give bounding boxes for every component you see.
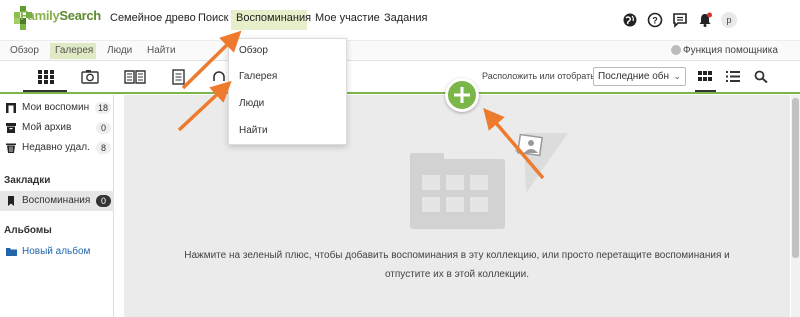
albums-heading: Альбомы [4, 225, 52, 236]
sidebar-item-label: Воспоминания [22, 195, 90, 206]
subnav-gallery[interactable]: Галерея [55, 45, 93, 56]
archive-icon [6, 123, 16, 133]
empty-collection-illustration: + [410, 133, 568, 229]
search-icon[interactable] [754, 70, 768, 83]
plus-icon [454, 87, 470, 103]
menu-item-gallery[interactable]: Галерея [239, 71, 277, 82]
empty-state-hint: Нажмите на зеленый плюс, чтобы добавить … [184, 250, 730, 280]
nav-get-involved[interactable]: Мое участие [315, 12, 380, 24]
subnav-overview[interactable]: Обзор [10, 45, 39, 56]
count-badge: 0 [96, 122, 111, 134]
sort-filter-label: Расположить или отобрать: [482, 71, 598, 81]
audio-icon[interactable] [212, 69, 226, 85]
sidebar: Мои воспомин... 18 Мой архив 0 Недавно у… [0, 95, 114, 317]
helper-icon[interactable] [671, 45, 681, 55]
count-badge: 0 [96, 195, 111, 207]
sidebar-item-label: Мой архив [22, 122, 72, 133]
bookmark-icon [8, 196, 14, 206]
sidebar-item-my-archive[interactable]: Мой архив 0 [0, 118, 114, 138]
nav-family-tree[interactable]: Семейное древо [110, 12, 196, 24]
chevron-down-icon: ⌄ [673, 71, 681, 81]
top-navigation-bar: FamilySearch Семейное древо Поиск Воспом… [0, 0, 800, 40]
sidebar-item-my-memories[interactable]: Мои воспомин... 18 [0, 98, 114, 118]
globe-icon[interactable] [622, 12, 638, 28]
bookmarks-heading: Закладки [4, 175, 51, 186]
view-active-underline [695, 90, 716, 92]
nav-activities[interactable]: Задания [384, 12, 427, 24]
sidebar-item-bookmark-memories[interactable]: Воспоминания 0 [0, 191, 114, 211]
avatar[interactable]: p [721, 12, 737, 28]
logo-search: Search [59, 8, 101, 23]
nav-memories[interactable]: Воспоминания [236, 12, 311, 24]
count-badge: 8 [96, 142, 111, 154]
bell-icon[interactable] [697, 12, 713, 28]
tool-active-underline [23, 90, 67, 92]
helper-feature-link[interactable]: Функция помощника [683, 45, 778, 56]
add-memory-button[interactable] [445, 78, 479, 112]
nav-search[interactable]: Поиск [198, 12, 228, 24]
menu-item-people[interactable]: Люди [239, 98, 264, 109]
memories-icon [6, 103, 16, 113]
sidebar-item-label: Мои воспомин... [22, 102, 90, 113]
count-badge: 18 [94, 102, 111, 114]
logo-family: Family [20, 8, 60, 23]
sort-select[interactable]: Последние обн ⌄ [593, 67, 686, 86]
logo[interactable]: FamilySearch [20, 8, 101, 23]
sidebar-item-recently-deleted[interactable]: Недавно удал... 8 [0, 138, 114, 158]
menu-item-find[interactable]: Найти [239, 125, 268, 136]
sidebar-item-label: Недавно удал... [22, 142, 90, 153]
svg-text:?: ? [652, 16, 658, 26]
memories-subnav: Обзор Галерея Люди Найти Функция помощни… [0, 40, 800, 61]
sort-select-value: Последние обн [598, 71, 670, 82]
svg-text:+: + [515, 144, 522, 158]
document-icon[interactable] [170, 69, 188, 85]
photo-icon[interactable] [81, 69, 99, 85]
gallery-grid-icon[interactable] [37, 69, 55, 85]
chat-icon[interactable] [672, 12, 688, 28]
menu-item-overview[interactable]: Обзор [239, 45, 268, 56]
new-album-icon[interactable] [6, 247, 17, 256]
memories-dropdown-menu: Обзор Галерея Люди Найти [228, 38, 347, 145]
grid-view-icon[interactable] [698, 70, 712, 83]
list-view-icon[interactable] [726, 70, 740, 83]
help-icon[interactable]: ? [647, 12, 663, 28]
subnav-people[interactable]: Люди [107, 45, 132, 56]
scrollbar-thumb[interactable] [792, 98, 799, 258]
new-album-link[interactable]: Новый альбом [22, 246, 90, 257]
trash-icon [6, 143, 16, 153]
story-icon[interactable] [123, 69, 147, 85]
subnav-find[interactable]: Найти [147, 45, 176, 56]
gallery-toolbar: Расположить или отобрать: Последние обн … [0, 61, 800, 94]
